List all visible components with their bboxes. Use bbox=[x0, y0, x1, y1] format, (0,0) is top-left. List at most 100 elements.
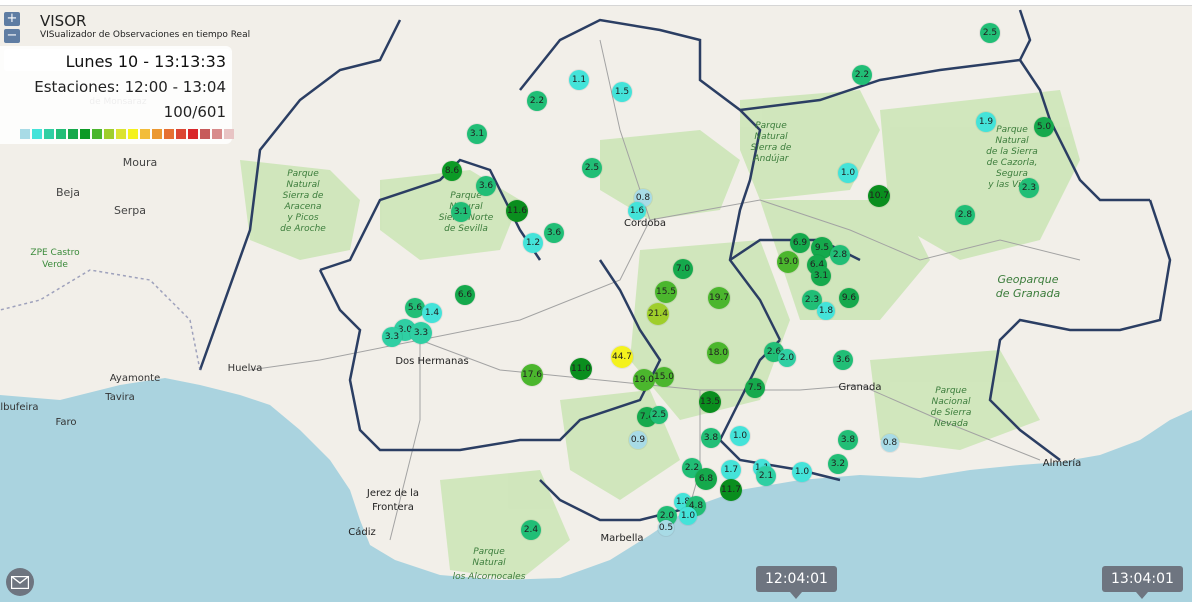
park-label: Nacional bbox=[932, 397, 971, 407]
station-marker[interactable]: 1.8 bbox=[817, 302, 835, 320]
place-label: Tavira bbox=[104, 392, 135, 403]
station-marker[interactable]: 17.6 bbox=[521, 364, 543, 386]
station-marker[interactable]: 2.0 bbox=[778, 349, 796, 367]
station-marker[interactable]: 1.2 bbox=[523, 233, 543, 253]
station-marker[interactable]: 1.6 bbox=[628, 202, 646, 220]
station-marker[interactable]: 7.0 bbox=[673, 259, 693, 279]
station-marker[interactable]: 2.2 bbox=[852, 65, 872, 85]
station-marker[interactable]: 13.5 bbox=[699, 391, 721, 413]
park-label: de Sevilla bbox=[444, 224, 488, 234]
station-marker[interactable]: 19.0 bbox=[777, 251, 799, 273]
station-marker[interactable]: 2.4 bbox=[521, 520, 541, 540]
color-scale-swatch bbox=[56, 129, 66, 139]
station-marker[interactable]: 11.7 bbox=[720, 479, 742, 501]
color-scale-swatch bbox=[104, 129, 114, 139]
park-label: Natural bbox=[286, 180, 320, 190]
timeline-start-marker[interactable]: 12:04:01 bbox=[756, 566, 837, 599]
station-marker[interactable]: 3.3 bbox=[410, 322, 432, 344]
place-label: Granada bbox=[839, 382, 882, 393]
station-marker[interactable]: 3.1 bbox=[811, 266, 831, 286]
station-marker[interactable]: 15.0 bbox=[654, 367, 674, 387]
station-marker[interactable]: 3.1 bbox=[467, 124, 487, 144]
station-marker[interactable]: 1.0 bbox=[730, 426, 750, 446]
place-label: Jerez de la bbox=[366, 488, 419, 499]
station-marker[interactable]: 1.0 bbox=[679, 507, 697, 525]
station-marker[interactable]: 15.5 bbox=[655, 281, 677, 303]
station-marker[interactable]: 19.0 bbox=[633, 369, 655, 391]
color-scale-swatch bbox=[188, 129, 198, 139]
top-frame bbox=[0, 0, 1192, 6]
color-scale-swatch bbox=[32, 129, 42, 139]
station-marker[interactable]: 1.7 bbox=[721, 460, 741, 480]
station-marker[interactable]: 6.8 bbox=[695, 468, 717, 490]
date-time-box: Lunes 10 - 13:13:33 bbox=[4, 49, 230, 71]
station-marker[interactable]: 3.6 bbox=[833, 350, 853, 370]
park-label: Natural bbox=[754, 132, 788, 142]
station-marker[interactable]: 8.6 bbox=[442, 161, 462, 181]
park-label: de Granada bbox=[996, 287, 1061, 300]
station-marker[interactable]: 1.0 bbox=[792, 462, 812, 482]
station-marker[interactable]: 2.8 bbox=[955, 205, 975, 225]
station-marker[interactable]: 3.6 bbox=[544, 223, 564, 243]
station-marker[interactable]: 0.9 bbox=[629, 431, 647, 449]
station-marker[interactable]: 2.2 bbox=[527, 91, 547, 111]
station-marker[interactable]: 21.4 bbox=[647, 303, 669, 325]
color-scale-swatch bbox=[176, 129, 186, 139]
color-scale-swatch bbox=[140, 129, 150, 139]
park-label: de Aroche bbox=[280, 224, 326, 234]
station-marker[interactable]: 3.8 bbox=[701, 428, 721, 448]
park-label: Andújar bbox=[753, 154, 790, 164]
station-marker[interactable]: 11.6 bbox=[506, 200, 528, 222]
station-marker[interactable]: 19.7 bbox=[708, 287, 730, 309]
park-label: Sierra de bbox=[283, 191, 324, 201]
color-scale-swatch bbox=[164, 129, 174, 139]
station-marker[interactable]: 3.2 bbox=[828, 454, 848, 474]
app-title: VISOR bbox=[40, 12, 87, 30]
station-range: Estaciones: 12:00 - 13:04 bbox=[34, 78, 226, 96]
station-marker[interactable]: 6.9 bbox=[790, 233, 810, 253]
station-marker[interactable]: 10.7 bbox=[868, 185, 890, 207]
station-marker[interactable]: 3.3 bbox=[382, 327, 402, 347]
zoom-out-button[interactable]: − bbox=[4, 29, 20, 43]
park-label: de Cazorla, bbox=[987, 158, 1038, 168]
place-label: Marbella bbox=[600, 533, 643, 544]
park-label: Segura bbox=[996, 169, 1028, 179]
place-label: Almería bbox=[1043, 457, 1082, 469]
station-marker[interactable]: 3.8 bbox=[838, 430, 858, 450]
station-marker[interactable]: 1.4 bbox=[422, 303, 442, 323]
station-marker[interactable]: 1.5 bbox=[612, 82, 632, 102]
station-marker[interactable]: 3.1 bbox=[451, 202, 471, 222]
station-marker[interactable]: 0.5 bbox=[658, 520, 674, 536]
station-marker[interactable]: 9.6 bbox=[839, 288, 859, 308]
park-label: y Picos bbox=[286, 213, 319, 223]
envelope-icon[interactable] bbox=[6, 568, 34, 596]
station-marker[interactable]: 1.0 bbox=[838, 163, 858, 183]
park-label: Parque bbox=[473, 547, 505, 557]
color-scale-swatch bbox=[80, 129, 90, 139]
station-count: 100/601 bbox=[163, 103, 226, 121]
station-marker[interactable]: 3.6 bbox=[476, 176, 496, 196]
station-marker[interactable]: 2.3 bbox=[1019, 178, 1039, 198]
station-marker[interactable]: 2.1 bbox=[756, 466, 776, 486]
park-label: Parque bbox=[996, 125, 1028, 135]
timeline-end-marker[interactable]: 13:04:01 bbox=[1102, 566, 1183, 599]
color-scale-swatch bbox=[92, 129, 102, 139]
station-marker[interactable]: 2.8 bbox=[830, 245, 850, 265]
station-marker[interactable]: 5.0 bbox=[1034, 117, 1054, 137]
station-marker[interactable]: 7.5 bbox=[745, 378, 765, 398]
place-label: Frontera bbox=[372, 502, 414, 513]
zoom-in-button[interactable]: + bbox=[4, 12, 20, 26]
station-marker[interactable]: 18.0 bbox=[707, 342, 729, 364]
station-marker[interactable]: 1.1 bbox=[569, 70, 589, 90]
station-marker[interactable]: 2.5 bbox=[980, 23, 1000, 43]
station-marker[interactable]: 1.9 bbox=[976, 112, 996, 132]
station-marker[interactable]: 6.6 bbox=[455, 285, 475, 305]
station-marker[interactable]: 2.5 bbox=[582, 158, 602, 178]
station-marker[interactable]: 0.8 bbox=[881, 434, 899, 452]
station-marker[interactable]: 44.7 bbox=[611, 346, 633, 368]
station-marker[interactable]: 11.0 bbox=[570, 358, 592, 380]
color-scale-swatch bbox=[224, 129, 234, 139]
station-marker[interactable]: 2.5 bbox=[650, 406, 668, 424]
place-label: Dos Hermanas bbox=[395, 356, 468, 367]
color-scale-swatch bbox=[44, 129, 54, 139]
